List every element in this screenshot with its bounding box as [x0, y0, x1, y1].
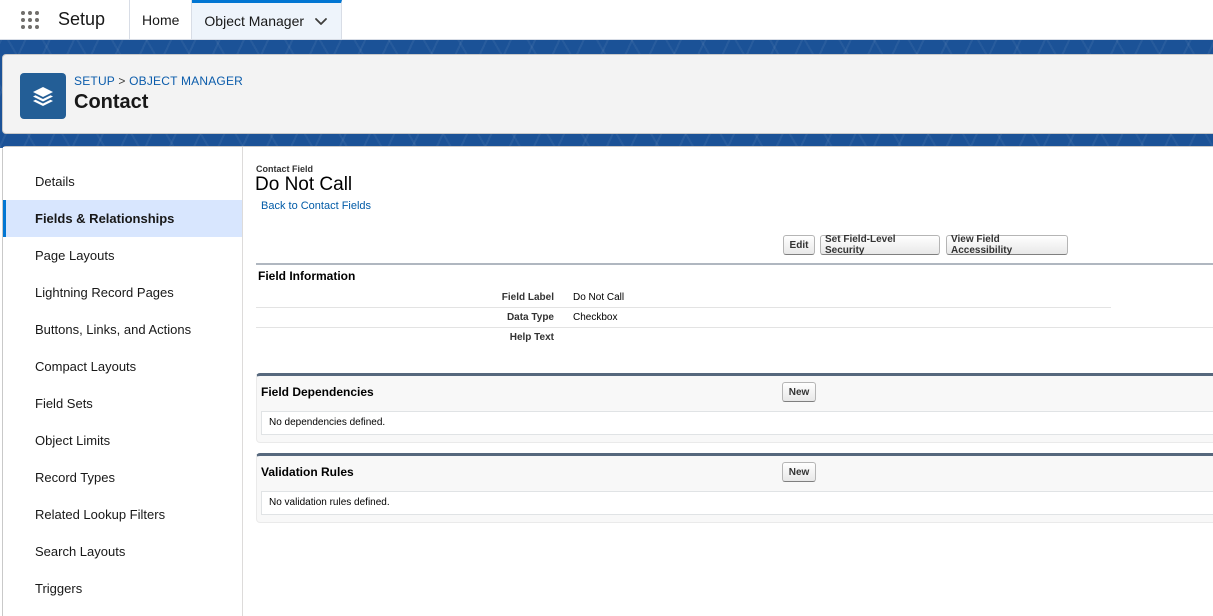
chevron-down-icon[interactable]: [313, 13, 329, 29]
sidebar-item-details[interactable]: Details: [3, 163, 242, 200]
new-validation-rule-button[interactable]: New: [782, 462, 816, 482]
detail-row-data-type: Data Type Checkbox: [256, 308, 1111, 328]
field-name-title: Do Not Call: [255, 174, 353, 195]
detail-label: Field Label: [501, 292, 554, 303]
breadcrumb-setup-link[interactable]: SETUP: [74, 74, 115, 88]
breadcrumb-separator: >: [118, 74, 126, 88]
sidebar-item-search-layouts[interactable]: Search Layouts: [3, 533, 242, 570]
detail-label: Help Text: [509, 332, 554, 343]
field-information-heading: Field Information: [258, 269, 356, 283]
main-panel: Details Fields & Relationships Page Layo…: [2, 146, 1213, 616]
field-dependencies-related-list: Field Dependencies New No dependencies d…: [256, 373, 1213, 443]
sidebar-item-label: Compact Layouts: [35, 359, 137, 374]
sidebar-item-label: Field Sets: [35, 396, 93, 411]
field-detail-content: Contact Field Do Not Call Back to Contac…: [255, 147, 1213, 616]
sidebar-item-label: Object Limits: [35, 433, 111, 448]
sidebar-item-related-lookup-filters[interactable]: Related Lookup Filters: [3, 496, 242, 533]
sidebar-item-fields-relationships[interactable]: Fields & Relationships: [3, 200, 242, 237]
sidebar-item-label: Record Types: [35, 470, 115, 485]
sidebar-item-label: Related Lookup Filters: [35, 507, 166, 522]
sidebar-item-label: Fields & Relationships: [35, 211, 175, 226]
page-title: Contact: [74, 91, 149, 113]
set-field-level-security-button[interactable]: Set Field-Level Security: [820, 234, 940, 256]
sidebar-item-label: Triggers: [35, 581, 83, 596]
related-list-empty-message: No validation rules defined.: [261, 491, 1213, 515]
detail-value: Do Not Call: [573, 292, 625, 303]
sidebar-item-lightning-record-pages[interactable]: Lightning Record Pages: [3, 274, 242, 311]
object-manager-sidebar: Details Fields & Relationships Page Layo…: [3, 147, 243, 616]
sidebar-item-buttons-links-actions[interactable]: Buttons, Links, and Actions: [3, 311, 242, 348]
layers-icon: [20, 73, 66, 119]
sidebar-item-label: Page Layouts: [35, 248, 115, 263]
tab-home[interactable]: Home: [130, 0, 193, 39]
sidebar-item-field-sets[interactable]: Field Sets: [3, 385, 242, 422]
sidebar-item-label: Search Layouts: [35, 544, 126, 559]
sidebar-item-label: Details: [35, 174, 75, 189]
sidebar-item-compact-layouts[interactable]: Compact Layouts: [3, 348, 242, 385]
sidebar-item-label: Buttons, Links, and Actions: [35, 322, 192, 337]
sidebar-item-object-limits[interactable]: Object Limits: [3, 422, 242, 459]
sidebar-item-record-types[interactable]: Record Types: [3, 459, 242, 496]
detail-row-field-label: Field Label Do Not Call: [256, 288, 1111, 308]
tab-object-manager-label: Object Manager: [204, 13, 305, 29]
related-list-empty-message: No dependencies defined.: [261, 411, 1213, 435]
app-launcher-waffle-icon[interactable]: [8, 0, 52, 39]
global-navigation-bar: Setup Home Object Manager: [0, 0, 1213, 40]
edit-button[interactable]: Edit: [783, 235, 815, 255]
breadcrumb-object-manager-link[interactable]: OBJECT MANAGER: [129, 74, 243, 88]
related-list-title: Field Dependencies: [261, 385, 374, 399]
detail-label: Data Type: [506, 312, 554, 323]
detail-row-help-text: Help Text: [256, 328, 1111, 348]
validation-rules-related-list: Validation Rules New No validation rules…: [256, 453, 1213, 523]
tab-object-manager[interactable]: Object Manager: [192, 0, 343, 39]
object-header: SETUP > OBJECT MANAGER Contact: [2, 54, 1213, 134]
back-to-fields-link[interactable]: Back to Contact Fields: [261, 200, 371, 212]
app-name: Setup: [52, 0, 131, 39]
sidebar-item-triggers[interactable]: Triggers: [3, 570, 242, 607]
view-field-accessibility-button[interactable]: View Field Accessibility: [946, 234, 1068, 256]
breadcrumb: SETUP > OBJECT MANAGER: [74, 74, 243, 88]
sidebar-item-label: Lightning Record Pages: [35, 285, 174, 300]
tab-home-label: Home: [142, 11, 180, 28]
related-list-title: Validation Rules: [261, 465, 354, 479]
sidebar-item-page-layouts[interactable]: Page Layouts: [3, 237, 242, 274]
field-type-label: Contact Field: [256, 164, 314, 174]
section-divider: [256, 263, 1213, 265]
new-field-dependency-button[interactable]: New: [782, 382, 816, 402]
detail-value: Checkbox: [573, 312, 618, 323]
